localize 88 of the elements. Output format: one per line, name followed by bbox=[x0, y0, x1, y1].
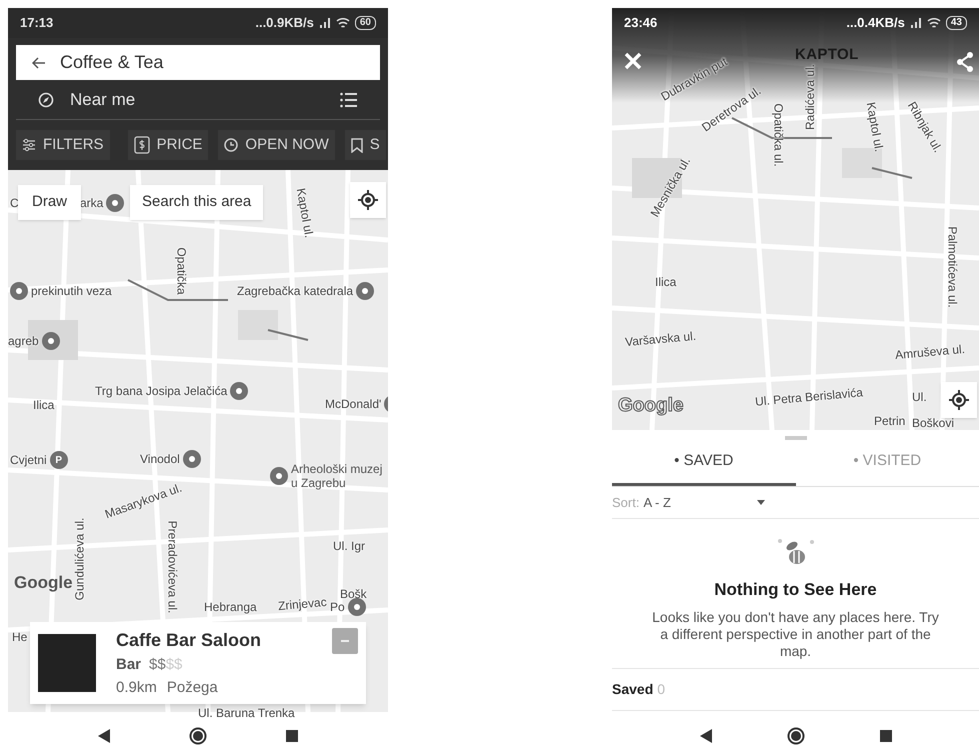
map-label: C bbox=[10, 195, 19, 212]
map-label: Kaptol ul. bbox=[862, 100, 888, 154]
battery-indicator: 43 bbox=[946, 16, 967, 30]
filter-chip[interactable]: OPEN NOW bbox=[218, 130, 335, 160]
map-label: Gundulićeva ul. bbox=[72, 518, 88, 600]
map-label: Arheološki muzej u Zagrebu bbox=[291, 462, 384, 490]
status-time: 23:46 bbox=[624, 14, 658, 32]
recents-icon bbox=[880, 730, 892, 742]
map-label: Petrin bbox=[874, 413, 906, 430]
signal-icon bbox=[910, 17, 922, 29]
tab[interactable]: • SAVED bbox=[612, 440, 796, 486]
place-name: Caffe Bar Saloon bbox=[116, 629, 262, 652]
map-label: Ul. Igr bbox=[333, 538, 366, 555]
map-label: Boškovi bbox=[912, 415, 954, 430]
search-area-button[interactable]: Search this area bbox=[130, 185, 264, 220]
bee-icon bbox=[776, 537, 816, 567]
close-button[interactable] bbox=[624, 52, 642, 70]
place-card[interactable]: Caffe Bar Saloon Bar $$$$ 0.9km Požega bbox=[30, 622, 366, 704]
map-label: Zagrebačka katedrala bbox=[237, 283, 354, 300]
wifi-icon bbox=[926, 17, 941, 29]
map-label: Ilica bbox=[655, 274, 676, 291]
map-label: agreb bbox=[8, 333, 39, 350]
minus-icon bbox=[341, 640, 349, 642]
saved-label: Saved bbox=[612, 680, 654, 699]
map-logo: Google bbox=[618, 394, 684, 418]
map-label: KAPTOL bbox=[795, 45, 859, 65]
caret-icon bbox=[757, 500, 766, 505]
my-location-button[interactable] bbox=[350, 182, 386, 218]
home-icon bbox=[786, 726, 804, 744]
recents-icon bbox=[286, 730, 298, 742]
map-label: Opatička ul. bbox=[770, 103, 787, 167]
network-speed: ...0.4KB/s bbox=[846, 14, 905, 32]
map-label: Amruševa ul. bbox=[894, 340, 966, 364]
drag-handle[interactable] bbox=[784, 436, 806, 440]
sliders-icon bbox=[22, 138, 36, 152]
map-label: Zrinjevac bbox=[277, 594, 328, 616]
place-category: Bar bbox=[116, 655, 142, 675]
empty-state-title: Nothing to See Here bbox=[714, 579, 877, 601]
saved-count: 0 bbox=[657, 680, 666, 699]
map-label: arka bbox=[80, 195, 104, 212]
map-label: Ul. bbox=[912, 389, 927, 406]
place-distance: 0.9km bbox=[116, 678, 157, 698]
back-icon bbox=[700, 728, 712, 742]
map-label: Vinodol bbox=[140, 451, 180, 468]
map-label: Kaptol ul. bbox=[292, 186, 318, 240]
list-icon bbox=[340, 92, 358, 108]
photo-placeholder bbox=[38, 634, 96, 692]
filter-chip[interactable]: S bbox=[344, 130, 386, 160]
draw-button[interactable]: Draw bbox=[18, 185, 82, 220]
back-icon bbox=[98, 728, 110, 742]
dollar-icon bbox=[134, 136, 150, 154]
map-label: Radićeva ul. bbox=[802, 64, 818, 130]
map-label: Varšavska ul. bbox=[624, 328, 697, 352]
map-label: Ul. Baruna Trenka bbox=[198, 705, 295, 720]
status-time: 17:13 bbox=[20, 14, 54, 32]
signal-icon bbox=[318, 17, 331, 29]
battery-indicator: 60 bbox=[354, 16, 376, 30]
share-button[interactable] bbox=[957, 52, 973, 72]
filter-chip[interactable]: PRICE bbox=[128, 130, 208, 160]
map-label: Cvjetni bbox=[10, 452, 47, 469]
sort-dropdown[interactable]: Sort: A - Z bbox=[612, 492, 766, 512]
home-icon bbox=[188, 726, 207, 744]
map-label: Ul. Petra Berislavića bbox=[754, 384, 864, 411]
place-locality: Požega bbox=[166, 678, 218, 698]
map-label: McDonald' bbox=[325, 396, 382, 413]
clock-icon bbox=[224, 138, 238, 152]
map-label: Palmotićeva ul. bbox=[944, 226, 961, 308]
location-text[interactable]: Near me bbox=[70, 86, 340, 112]
map-logo: Google bbox=[14, 572, 73, 594]
map-label: Preradovićeva ul. bbox=[164, 520, 180, 614]
price-level: $$$$ bbox=[149, 655, 182, 675]
compass-icon bbox=[38, 92, 54, 108]
map-label: Hebranga bbox=[204, 599, 257, 616]
map-label: Trg bana Josipa Jelačića bbox=[95, 383, 228, 400]
map-label: He bbox=[12, 629, 28, 646]
network-speed: ...0.9KB/s bbox=[255, 14, 314, 32]
wifi-icon bbox=[336, 17, 350, 29]
my-location-button[interactable] bbox=[941, 382, 977, 418]
crosshair-icon bbox=[949, 390, 969, 410]
bookmark-icon bbox=[350, 138, 363, 152]
map-label: prekinutih veza bbox=[31, 283, 112, 300]
empty-state-message: Looks like you don't have any places here. Try a different perspective in another part of the map. bbox=[651, 608, 940, 660]
filter-chip[interactable]: FILTERS bbox=[16, 130, 110, 160]
search-field[interactable]: Coffee & Tea bbox=[16, 45, 380, 80]
map-label: Opatička bbox=[174, 247, 190, 295]
map-label: Ilica bbox=[33, 397, 54, 414]
back-arrow-icon bbox=[32, 56, 46, 68]
crosshair-icon bbox=[358, 190, 378, 210]
